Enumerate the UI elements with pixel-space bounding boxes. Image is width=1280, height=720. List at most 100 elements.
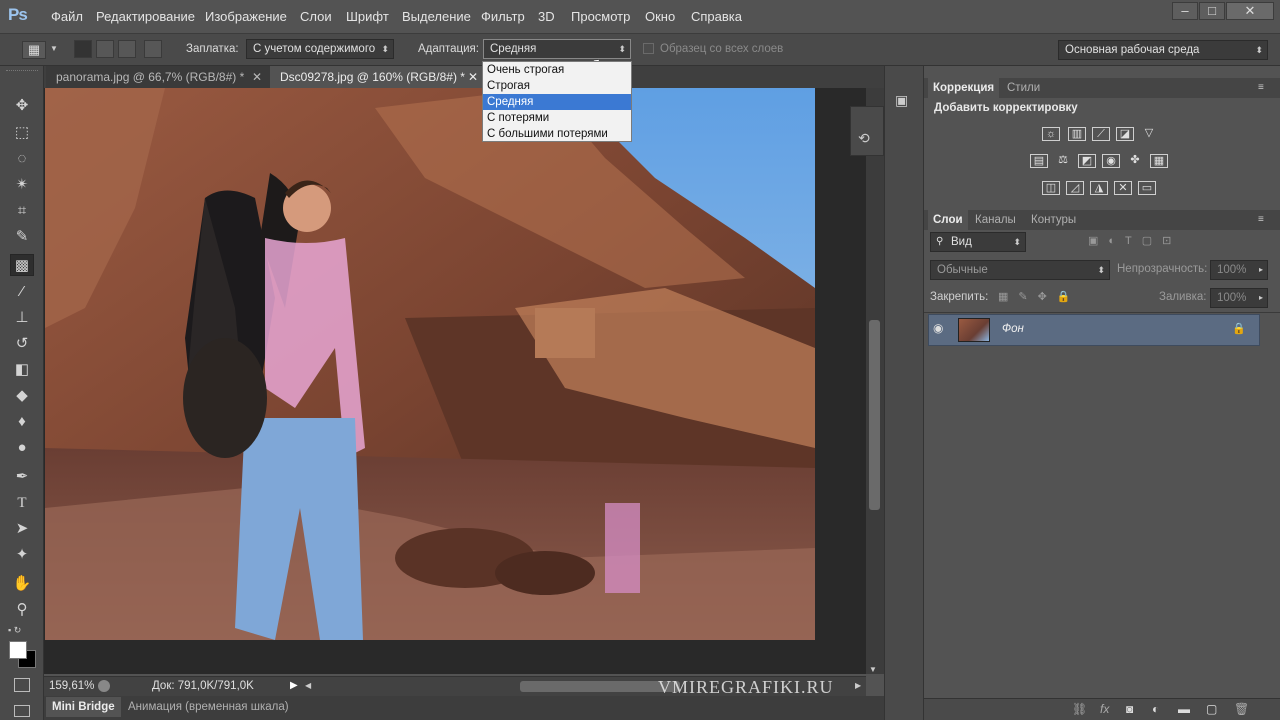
lasso-icon[interactable]: ◌: [10, 148, 34, 170]
tool-preset-icon[interactable]: ▦: [22, 41, 46, 59]
type-icon[interactable]: T: [10, 492, 34, 514]
dropdown-option-loose[interactable]: С потерями: [483, 110, 631, 126]
document-image[interactable]: [45, 88, 815, 640]
menu-window[interactable]: Окно: [645, 9, 675, 24]
close-icon[interactable]: ✕: [252, 66, 262, 88]
exposure-icon[interactable]: ◪: [1116, 127, 1134, 141]
bucket-icon[interactable]: ◆: [10, 385, 34, 407]
info-panel-icon[interactable]: ▣: [895, 92, 908, 109]
foreground-color-swatch[interactable]: [9, 641, 27, 659]
sample-all-layers-checkbox[interactable]: [643, 43, 654, 54]
zoom-icon[interactable]: ⚲: [10, 599, 34, 621]
workspace-select[interactable]: Основная рабочая среда ⬍: [1058, 40, 1268, 60]
new-group-icon[interactable]: ▬: [1178, 702, 1190, 716]
link-layers-icon[interactable]: ⛓: [1072, 702, 1087, 716]
menu-layers[interactable]: Слои: [300, 9, 332, 24]
tab-paths[interactable]: Контуры: [1026, 210, 1081, 230]
tab-animation[interactable]: Анимация (временная шкала): [128, 697, 289, 717]
pen-icon[interactable]: ✒: [10, 466, 34, 488]
black-white-icon[interactable]: ◩: [1078, 154, 1096, 168]
layer-filter-select[interactable]: ⚲ Вид ⬍: [930, 232, 1026, 252]
new-selection-icon[interactable]: [74, 40, 92, 58]
marquee-icon[interactable]: ⬚: [10, 122, 34, 144]
tab-styles[interactable]: Стили: [1002, 78, 1045, 98]
dropdown-option-strict[interactable]: Строгая: [483, 78, 631, 94]
invert-icon[interactable]: ◫: [1042, 181, 1060, 195]
maximize-button[interactable]: □: [1199, 2, 1225, 20]
menu-file[interactable]: Файл: [51, 9, 83, 24]
magic-wand-icon[interactable]: ✴: [10, 174, 34, 196]
new-adjustment-icon[interactable]: ◐: [1152, 702, 1159, 716]
dropdown-option-very-strict[interactable]: Очень строгая: [483, 62, 631, 78]
minimize-button[interactable]: –: [1172, 2, 1198, 20]
menu-select[interactable]: Выделение: [402, 9, 471, 24]
tab-channels[interactable]: Каналы: [970, 210, 1021, 230]
move-icon[interactable]: ✥: [10, 95, 34, 117]
quick-mask-icon[interactable]: [14, 678, 30, 692]
vibrance-icon[interactable]: ▽: [1140, 127, 1158, 141]
stamp-icon[interactable]: ⊥: [10, 307, 34, 329]
dropdown-option-medium[interactable]: Средняя: [483, 94, 631, 110]
horizontal-scroll-thumb[interactable]: [520, 681, 680, 692]
lock-icons[interactable]: ▦✎✥🔒: [998, 290, 1081, 303]
scroll-left-icon[interactable]: ◀: [305, 681, 311, 690]
menu-3d[interactable]: 3D: [538, 9, 555, 24]
adaptation-select[interactable]: Средняя ⬍: [483, 39, 631, 59]
layer-filter-icons[interactable]: ▣◐T▢⊡: [1088, 234, 1181, 247]
blur-icon[interactable]: ♦: [10, 411, 34, 433]
tab-mini-bridge[interactable]: Mini Bridge: [46, 697, 121, 717]
tab-adjustments[interactable]: Коррекция: [928, 78, 1000, 98]
status-info-icon[interactable]: [98, 680, 110, 692]
brightness-contrast-icon[interactable]: ☼: [1042, 127, 1060, 141]
menu-view[interactable]: Просмотр: [571, 9, 630, 24]
threshold-icon[interactable]: ◮: [1090, 181, 1108, 195]
status-menu-arrow-icon[interactable]: ▶: [290, 680, 298, 691]
photo-filter-icon[interactable]: ◉: [1102, 154, 1120, 168]
add-mask-icon[interactable]: ◙: [1126, 702, 1133, 716]
patch-tool-icon[interactable]: ▩: [10, 254, 34, 276]
path-select-icon[interactable]: ➤: [10, 518, 34, 540]
patch-mode-select[interactable]: С учетом содержимого ⬍: [246, 39, 394, 59]
fx-icon[interactable]: fx: [1100, 702, 1109, 716]
toolbox-grip[interactable]: [6, 70, 38, 73]
selective-color-icon[interactable]: ✕: [1114, 181, 1132, 195]
hue-saturation-icon[interactable]: ▤: [1030, 154, 1048, 168]
color-lookup-icon[interactable]: ▦: [1150, 154, 1168, 168]
menu-filter[interactable]: Фильтр: [481, 9, 525, 24]
eraser-icon[interactable]: ◧: [10, 359, 34, 381]
close-window-button[interactable]: ✕: [1226, 2, 1274, 20]
opacity-field[interactable]: 100% ▸: [1210, 260, 1268, 280]
tab-dsc09278[interactable]: Dsc09278.jpg @ 160% (RGB/8#) * ✕: [270, 66, 486, 88]
swap-colors-icon[interactable]: ▪ ↻: [8, 625, 38, 637]
tab-layers[interactable]: Слои: [928, 210, 968, 230]
menu-edit[interactable]: Редактирование: [96, 9, 195, 24]
fill-field[interactable]: 100% ▸: [1210, 288, 1268, 308]
menu-help[interactable]: Справка: [691, 9, 742, 24]
history-brush-icon[interactable]: ↺: [10, 333, 34, 355]
brush-icon[interactable]: ⁄: [10, 281, 34, 303]
subtract-selection-icon[interactable]: [118, 40, 136, 58]
panel-menu-icon[interactable]: ≡: [1258, 82, 1264, 93]
layer-name[interactable]: Фон: [1002, 323, 1024, 335]
posterize-icon[interactable]: ◿: [1066, 181, 1084, 195]
dropdown-option-very-loose[interactable]: С большими потерями: [483, 126, 631, 142]
add-selection-icon[interactable]: [96, 40, 114, 58]
scroll-right-icon[interactable]: ▶: [855, 681, 861, 690]
levels-icon[interactable]: ▥: [1068, 127, 1086, 141]
crop-icon[interactable]: ⌗: [10, 200, 34, 222]
panel-menu-icon[interactable]: ≡: [1258, 214, 1264, 225]
history-icon[interactable]: ⟲: [858, 130, 870, 147]
close-icon[interactable]: ✕: [468, 66, 478, 88]
trash-icon[interactable]: 🗑: [1234, 702, 1249, 716]
menu-image[interactable]: Изображение: [205, 9, 287, 24]
hand-icon[interactable]: ✋: [10, 573, 34, 595]
scroll-down-icon[interactable]: ▼: [869, 665, 877, 674]
gradient-map-icon[interactable]: ▭: [1138, 181, 1156, 195]
eye-icon[interactable]: ◉: [933, 321, 943, 335]
eyedropper-icon[interactable]: ✎: [10, 226, 34, 248]
vertical-scroll-thumb[interactable]: [869, 320, 880, 510]
blend-mode-select[interactable]: Обычные ⬍: [930, 260, 1110, 280]
new-layer-icon[interactable]: ▢: [1206, 702, 1217, 716]
shape-icon[interactable]: ✦: [10, 544, 34, 566]
tab-panorama[interactable]: panorama.jpg @ 66,7% (RGB/8#) * ✕: [46, 66, 270, 88]
